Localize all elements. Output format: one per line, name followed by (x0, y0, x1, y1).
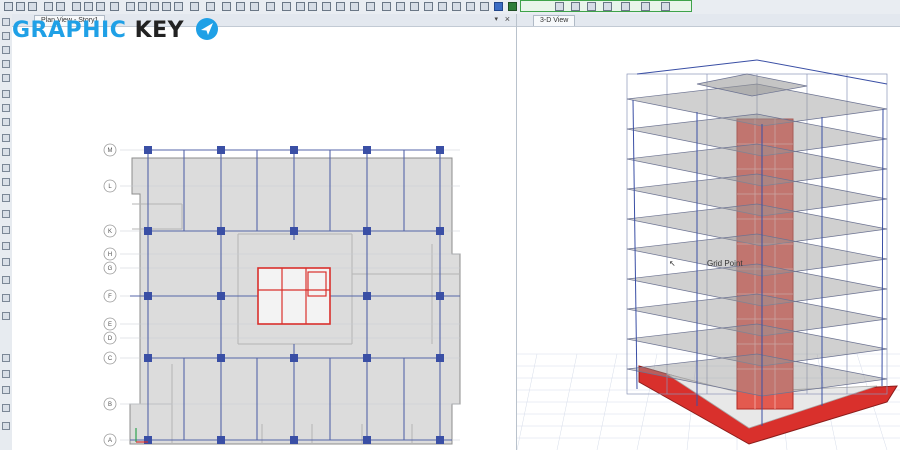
select-line-icon[interactable] (2, 422, 10, 430)
grid-label: E (108, 322, 112, 328)
select-intersect-icon[interactable] (2, 404, 10, 412)
draw-dimension-icon[interactable] (2, 178, 10, 186)
paper-plane-icon (196, 18, 219, 40)
grid-label: D (108, 336, 113, 342)
select-all-icon[interactable] (2, 354, 10, 362)
grid-label: M (108, 148, 113, 154)
design-toolbar-group (520, 0, 692, 12)
point-icon[interactable] (480, 2, 489, 11)
zoom-window-icon[interactable] (126, 2, 135, 11)
clear-selection-icon[interactable] (2, 370, 10, 378)
display-options-icon[interactable] (322, 2, 331, 11)
core-walls (257, 267, 331, 325)
report-icon[interactable] (621, 2, 630, 11)
grid-label: G (108, 266, 113, 272)
draw-tendon-icon[interactable] (2, 226, 10, 234)
cursor-tooltip: Grid Point (707, 259, 743, 268)
grid-label: K (108, 229, 112, 235)
units-icon[interactable] (641, 2, 650, 11)
wall-icon[interactable] (452, 2, 461, 11)
draw-pier-icon[interactable] (2, 258, 10, 266)
filter-icon[interactable] (587, 2, 596, 11)
3d-model-drawing[interactable]: Grid Point ↖ (517, 14, 900, 450)
pencil-icon[interactable] (72, 2, 81, 11)
refresh-icon[interactable] (266, 2, 275, 11)
main-toolbar (0, 0, 900, 15)
building-icon[interactable] (424, 2, 433, 11)
draw-load-icon[interactable] (2, 312, 10, 320)
draw-wall-icon[interactable] (2, 104, 10, 112)
draw-floor-icon[interactable] (2, 90, 10, 98)
undo-icon[interactable] (44, 2, 53, 11)
plan-view-icon[interactable] (236, 2, 245, 11)
check-icon[interactable] (336, 2, 345, 11)
draw-opening-icon[interactable] (2, 118, 10, 126)
draw-spandrel-icon[interactable] (2, 276, 10, 284)
shell-icon[interactable] (396, 2, 405, 11)
pan-icon[interactable] (190, 2, 199, 11)
draw-restraint-icon[interactable] (2, 294, 10, 302)
redo-icon[interactable] (56, 2, 65, 11)
plan-view-window[interactable]: Plan View - Story1 ▾ × M L K H G F E D C… (12, 14, 517, 450)
save-icon[interactable] (28, 2, 37, 11)
draw-rectangle-icon[interactable] (2, 134, 10, 142)
draw-line-icon[interactable] (2, 32, 10, 40)
zoom-in-icon[interactable] (138, 2, 147, 11)
rotate-icon[interactable] (206, 2, 215, 11)
run-icon[interactable] (110, 2, 119, 11)
draw-grid-icon[interactable] (2, 164, 10, 172)
display-icon[interactable] (571, 2, 580, 11)
zoom-previous-icon[interactable] (174, 2, 183, 11)
draw-beam-icon[interactable] (2, 46, 10, 54)
plan-drawing[interactable]: M L K H G F E D C B A (12, 14, 516, 450)
brace-icon[interactable] (438, 2, 447, 11)
section-icon[interactable] (410, 2, 419, 11)
brand-text-graphic: GRAPHIC (12, 18, 127, 43)
up-arrow-icon[interactable] (296, 2, 305, 11)
more-icon[interactable] (661, 2, 670, 11)
select-tool-icon[interactable] (4, 2, 13, 11)
grid-label: F (108, 294, 112, 300)
draw-section-cut-icon[interactable] (2, 194, 10, 202)
3d-view-window[interactable]: 3-D View Grid Point ↖ (517, 14, 900, 450)
object-icon[interactable] (366, 2, 375, 11)
cursor-icon: ↖ (669, 259, 676, 268)
draw-point-icon[interactable] (2, 18, 10, 26)
frame-icon[interactable] (382, 2, 391, 11)
draw-brace-icon[interactable] (2, 74, 10, 82)
grid-label: H (108, 252, 112, 258)
lock-icon[interactable] (84, 2, 93, 11)
draw-strip-icon[interactable] (2, 242, 10, 250)
draw-column-icon[interactable] (2, 60, 10, 68)
zoom-extents-icon[interactable] (162, 2, 171, 11)
grid-icon[interactable] (350, 2, 359, 11)
cube-icon[interactable] (96, 2, 105, 11)
draw-polygon-icon[interactable] (2, 148, 10, 156)
analyze-icon[interactable] (508, 2, 517, 11)
opening-icon[interactable] (466, 2, 475, 11)
zoom-out-icon[interactable] (150, 2, 159, 11)
table-icon[interactable] (603, 2, 612, 11)
brand-logo: GRAPHIC KEY (12, 18, 219, 43)
floor-slabs (626, 83, 888, 397)
view-3d-icon[interactable] (222, 2, 231, 11)
shrink-icon[interactable] (282, 2, 291, 11)
brand-text-key: KEY (134, 18, 185, 43)
grid-label: B (108, 402, 112, 408)
pointer-icon[interactable] (16, 2, 25, 11)
grid-label: A (108, 438, 112, 444)
previous-selection-icon[interactable] (2, 386, 10, 394)
elevation-icon[interactable] (250, 2, 259, 11)
design-icon[interactable] (555, 2, 564, 11)
draw-link-icon[interactable] (2, 210, 10, 218)
down-arrow-icon[interactable] (308, 2, 317, 11)
assign-icon[interactable] (494, 2, 503, 11)
grid-label: C (108, 356, 113, 362)
